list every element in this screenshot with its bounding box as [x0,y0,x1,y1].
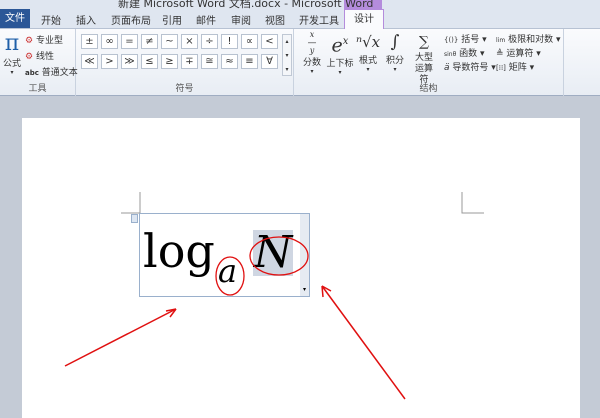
annotation-arrow-left [64,308,177,367]
annotation-circle-argument [249,236,309,276]
annotations [64,236,406,400]
annotation-circle-subscript [215,256,245,296]
annotation-arrow-right [321,285,406,400]
